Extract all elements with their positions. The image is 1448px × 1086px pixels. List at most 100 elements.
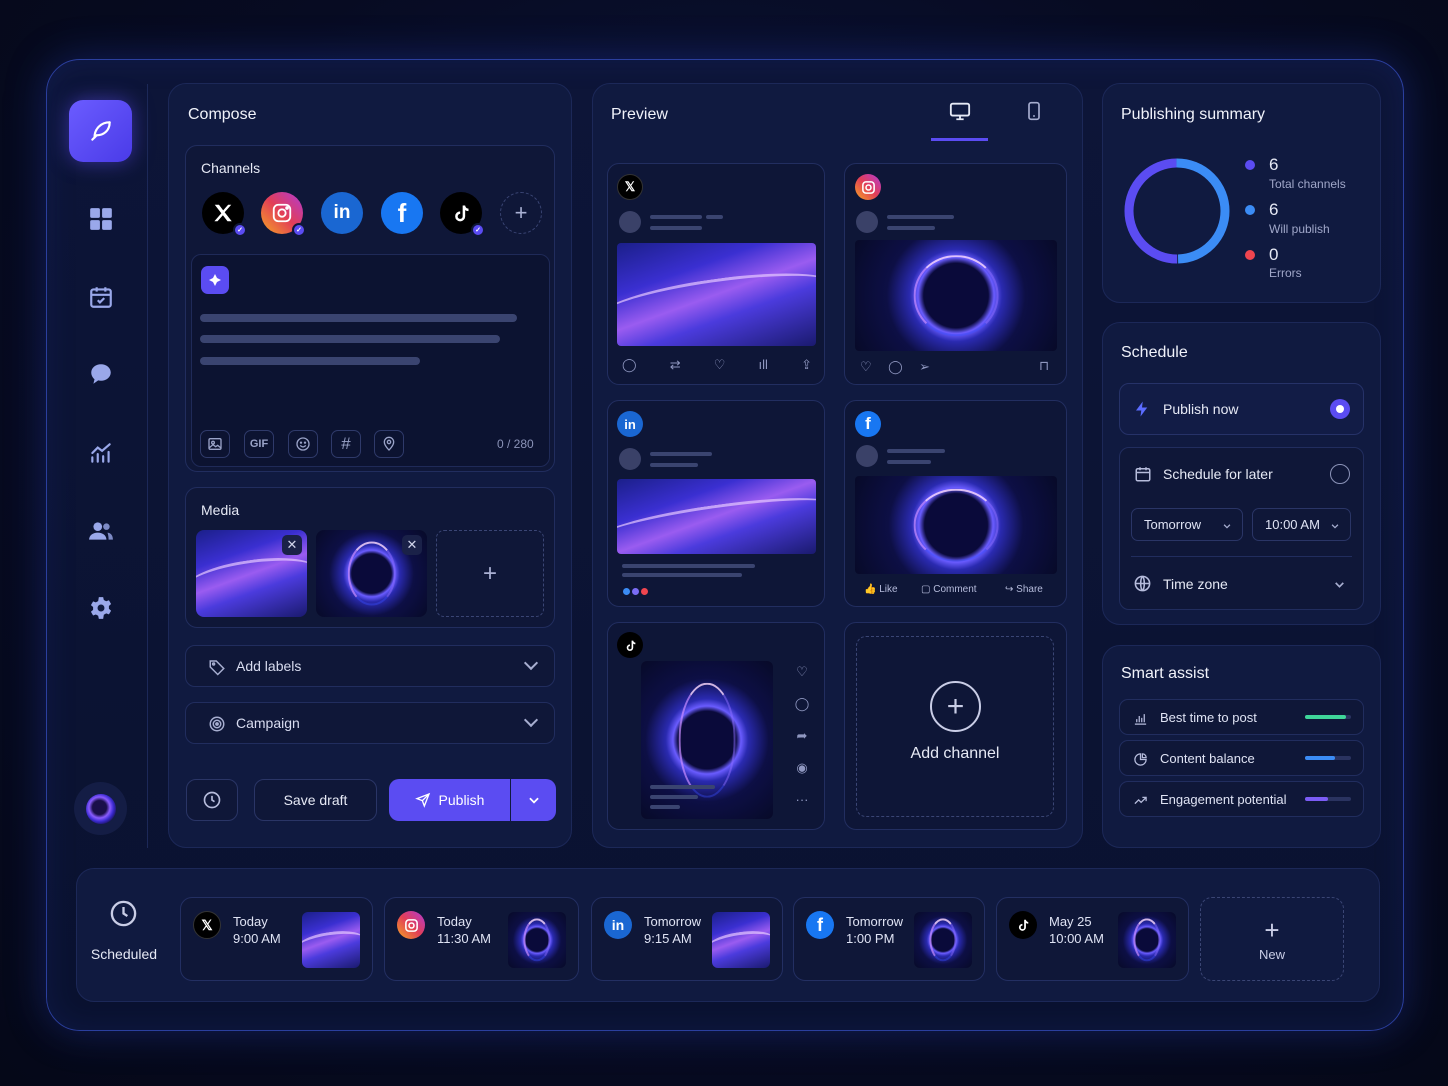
gif-button[interactable]: GIF [244, 430, 274, 458]
calendar-icon[interactable] [88, 284, 114, 310]
text-placeholder-line [887, 226, 935, 230]
scheduled-time: 10:00 AM [1049, 931, 1104, 946]
chat-icon[interactable] [88, 361, 114, 387]
reply-icon[interactable]: ◯ [622, 357, 637, 373]
repost-icon[interactable]: ⇄ [670, 357, 681, 373]
assist-item-best-time[interactable]: Best time to post [1119, 699, 1364, 735]
like-icon[interactable]: ♡ [860, 359, 872, 375]
media-thumbnail[interactable]: ✕ [196, 530, 307, 617]
summary-donut-chart [1124, 158, 1230, 264]
add-media-button[interactable]: + [436, 530, 544, 617]
sound-icon[interactable]: ◉ [796, 760, 807, 776]
scheduled-thumbnail [302, 912, 360, 968]
ai-assist-icon[interactable] [201, 266, 229, 294]
remove-media-icon[interactable]: ✕ [282, 535, 302, 555]
new-scheduled-button[interactable]: + New [1200, 897, 1344, 981]
campaign-dropdown[interactable]: Campaign [185, 702, 555, 744]
fb-like-action[interactable]: 👍 Like [864, 584, 898, 595]
user-avatar[interactable] [74, 782, 127, 835]
scheduled-item[interactable]: Today 11:30 AM [384, 897, 579, 981]
more-icon[interactable]: ··· [796, 792, 809, 807]
day-select-value: Tomorrow [1144, 517, 1202, 532]
channel-instagram[interactable]: ✓ [261, 192, 306, 237]
media-title: Media [201, 502, 240, 518]
save-draft-button[interactable]: Save draft [254, 779, 377, 821]
scheduled-thumbnail [1118, 912, 1176, 968]
desktop-view-tab[interactable] [931, 100, 988, 141]
will-dot [1245, 205, 1255, 215]
like-icon[interactable]: ♡ [796, 664, 808, 680]
dashboard-icon[interactable] [88, 206, 114, 232]
fb-share-action[interactable]: ↪ Share [1005, 584, 1043, 595]
comment-icon[interactable]: ◯ [888, 359, 903, 375]
timezone-dropdown[interactable]: Time zone [1131, 566, 1352, 602]
channel-x[interactable]: ✓ [202, 192, 247, 237]
assist-item-content-balance[interactable]: Content balance [1119, 740, 1364, 776]
channel-linkedin[interactable]: in [321, 192, 363, 234]
plus-icon: + [1264, 914, 1280, 945]
target-icon [209, 716, 225, 732]
fb-comment-action[interactable]: ▢ Comment [921, 584, 977, 595]
location-icon[interactable] [374, 430, 404, 458]
publish-options-button[interactable] [511, 779, 556, 821]
schedule-later-radio[interactable] [1330, 464, 1350, 484]
instagram-logo-icon [272, 203, 292, 223]
fb-comment-label: Comment [933, 584, 977, 595]
users-icon[interactable] [88, 518, 114, 544]
image-icon[interactable] [200, 430, 230, 458]
scheduled-item[interactable]: f Tomorrow 1:00 PM [793, 897, 985, 981]
avatar [619, 211, 641, 233]
remove-media-icon[interactable]: ✕ [402, 535, 422, 555]
publish-now-radio[interactable] [1330, 399, 1350, 419]
summary-title: Publishing summary [1121, 106, 1266, 123]
clock-icon [110, 900, 137, 927]
emoji-icon[interactable] [288, 430, 318, 458]
share-icon[interactable]: ⇪ [801, 357, 812, 373]
text-placeholder-line [200, 357, 420, 365]
scheduled-item[interactable]: in Tomorrow 9:15 AM [591, 897, 783, 981]
time-select[interactable]: 10:00 AM [1252, 508, 1351, 541]
app-logo-button[interactable] [69, 100, 132, 162]
sidebar-divider [147, 84, 148, 848]
add-channel-plus-button[interactable]: + [500, 192, 542, 234]
analytics-icon[interactable] [88, 440, 114, 466]
day-select[interactable]: Tomorrow [1131, 508, 1243, 541]
channel-tiktok[interactable]: ✓ [440, 192, 485, 237]
facebook-logo-icon: f [855, 411, 881, 437]
assist-item-engagement[interactable]: Engagement potential [1119, 781, 1364, 817]
will-publish-label: Will publish [1269, 222, 1330, 236]
like-icon[interactable]: ♡ [714, 357, 726, 373]
publish-now-option[interactable] [1119, 383, 1364, 435]
scheduled-item[interactable]: May 25 10:00 AM [996, 897, 1189, 981]
save-draft-label: Save draft [283, 792, 348, 808]
linkedin-logo-icon: in [604, 911, 632, 939]
linkedin-logo-icon: in [617, 411, 643, 437]
settings-icon[interactable] [88, 595, 114, 621]
add-labels-dropdown[interactable]: Add labels [185, 645, 555, 687]
mobile-view-tab[interactable] [1005, 100, 1062, 141]
x-actions: ◯ ⇄ ♡ ıll ⇪ [622, 357, 812, 373]
fb-share-label: Share [1016, 584, 1043, 595]
history-button[interactable] [186, 779, 238, 821]
assist-progress [1305, 797, 1351, 801]
schedule-divider [1131, 556, 1352, 557]
channel-facebook[interactable]: f [381, 192, 423, 234]
send-icon[interactable]: ➢ [919, 359, 930, 375]
publish-button[interactable]: Publish [389, 779, 510, 821]
compose-title: Compose [188, 106, 257, 123]
tiktok-actions: ♡ ◯ ➦ ◉ ··· [793, 664, 811, 807]
comment-icon[interactable]: ◯ [795, 696, 810, 712]
share-icon[interactable]: ➦ [797, 728, 808, 744]
bar-chart-icon [1134, 714, 1147, 725]
scheduled-item[interactable]: 𝕏 Today 9:00 AM [180, 897, 373, 981]
views-icon[interactable]: ıll [759, 357, 768, 373]
text-placeholder-line [622, 573, 742, 577]
hashtag-button[interactable]: # [331, 430, 361, 458]
media-thumbnail[interactable]: ✕ [316, 530, 427, 617]
chevron-down-icon [1331, 524, 1339, 529]
post-image [855, 240, 1057, 351]
scheduled-time: 9:00 AM [233, 931, 281, 946]
add-channel-plus-icon[interactable]: + [930, 681, 981, 732]
bookmark-icon[interactable]: ⊓ [1039, 358, 1049, 374]
total-channels-label: Total channels [1269, 177, 1346, 191]
